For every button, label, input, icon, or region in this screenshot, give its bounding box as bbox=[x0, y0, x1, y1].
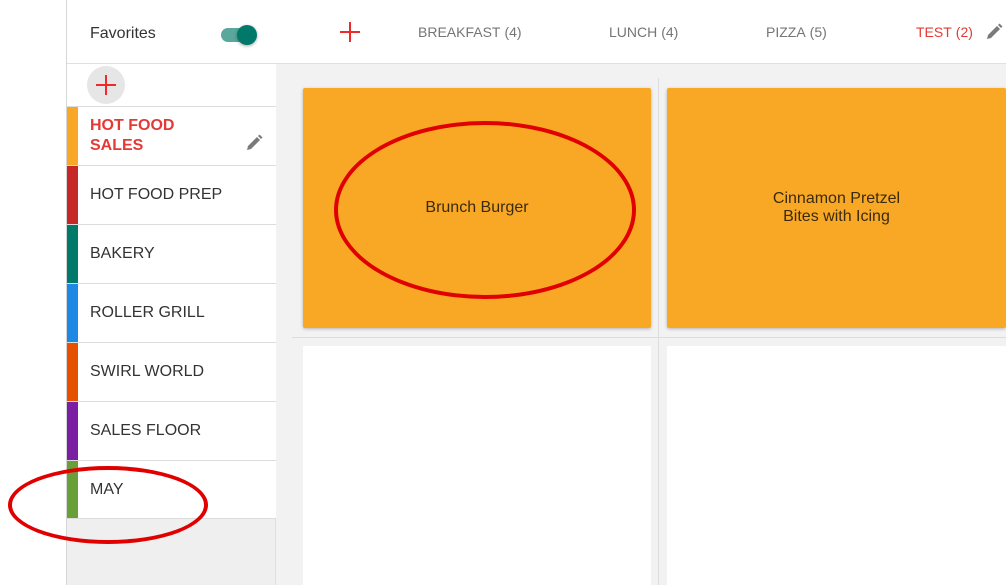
tab-count: (4) bbox=[661, 24, 679, 40]
pencil-icon[interactable] bbox=[984, 22, 1004, 42]
pencil-icon[interactable] bbox=[244, 133, 264, 153]
category-sidebar: Favorites HOT FOOD SALES HOT FOOD PREP B… bbox=[66, 0, 276, 585]
tab-count: (4) bbox=[504, 24, 522, 40]
tab-label: BREAKFAST bbox=[418, 24, 501, 40]
tile-label: Cinnamon Pretzel Bites with Icing bbox=[772, 190, 901, 225]
item-tile-brunch-burger[interactable]: Brunch Burger bbox=[303, 88, 651, 328]
category-color-bar bbox=[67, 402, 78, 460]
grid-divider bbox=[292, 337, 1006, 338]
category-label: HOT FOOD SALES bbox=[90, 117, 175, 154]
tab-count: (2) bbox=[955, 24, 973, 40]
item-tile-cinnamon-pretzel[interactable]: Cinnamon Pretzel Bites with Icing bbox=[667, 88, 1006, 328]
tab-count: (5) bbox=[809, 24, 827, 40]
tab-label: TEST bbox=[916, 24, 952, 40]
category-color-bar bbox=[67, 343, 78, 401]
category-color-bar bbox=[67, 166, 78, 224]
sidebar-item-may[interactable]: MAY bbox=[67, 460, 276, 519]
sidebar-item-sales-floor[interactable]: SALES FLOOR bbox=[67, 401, 276, 460]
grid-divider bbox=[658, 78, 659, 585]
sidebar-item-hot-food-sales[interactable]: HOT FOOD SALES bbox=[67, 106, 276, 165]
category-label: SALES FLOOR bbox=[90, 422, 202, 439]
tile-label: Brunch Burger bbox=[425, 199, 529, 216]
toggle-thumb bbox=[237, 25, 257, 45]
favorites-toggle[interactable] bbox=[221, 25, 257, 45]
empty-tile-slot[interactable] bbox=[667, 346, 1006, 585]
add-category-row bbox=[67, 64, 276, 106]
tab-pizza[interactable]: PIZZA (5) bbox=[766, 24, 827, 40]
sidebar-item-roller-grill[interactable]: ROLLER GRILL bbox=[67, 283, 276, 342]
favorites-row: Favorites bbox=[67, 0, 276, 64]
category-label: ROLLER GRILL bbox=[90, 304, 205, 321]
category-list: HOT FOOD SALES HOT FOOD PREP BAKERY ROLL… bbox=[67, 106, 276, 519]
tab-label: PIZZA bbox=[766, 24, 806, 40]
item-grid: Brunch Burger Cinnamon Pretzel Bites wit… bbox=[276, 64, 1006, 585]
category-label: HOT FOOD PREP bbox=[90, 186, 223, 203]
category-color-bar bbox=[67, 107, 78, 165]
empty-tile-slot[interactable] bbox=[303, 346, 651, 585]
category-color-bar bbox=[67, 284, 78, 342]
sidebar-item-bakery[interactable]: BAKERY bbox=[67, 224, 276, 283]
category-label: SWIRL WORLD bbox=[90, 363, 205, 380]
category-color-bar bbox=[67, 225, 78, 283]
sidebar-item-swirl-world[interactable]: SWIRL WORLD bbox=[67, 342, 276, 401]
sidebar-item-hot-food-prep[interactable]: HOT FOOD PREP bbox=[67, 165, 276, 224]
tab-label: LUNCH bbox=[609, 24, 658, 40]
category-color-bar bbox=[67, 461, 78, 518]
tab-test[interactable]: TEST (2) bbox=[916, 24, 973, 40]
favorites-label: Favorites bbox=[90, 25, 156, 42]
menu-tab-bar: BREAKFAST (4) LUNCH (4) PIZZA (5) TEST (2) bbox=[276, 0, 1006, 64]
add-tab-button[interactable] bbox=[340, 22, 360, 42]
plus-icon bbox=[96, 75, 116, 95]
category-label: BAKERY bbox=[90, 245, 155, 262]
category-label: MAY bbox=[90, 480, 124, 498]
tab-lunch[interactable]: LUNCH (4) bbox=[609, 24, 678, 40]
tab-breakfast[interactable]: BREAKFAST (4) bbox=[418, 24, 522, 40]
add-category-button[interactable] bbox=[87, 66, 125, 104]
